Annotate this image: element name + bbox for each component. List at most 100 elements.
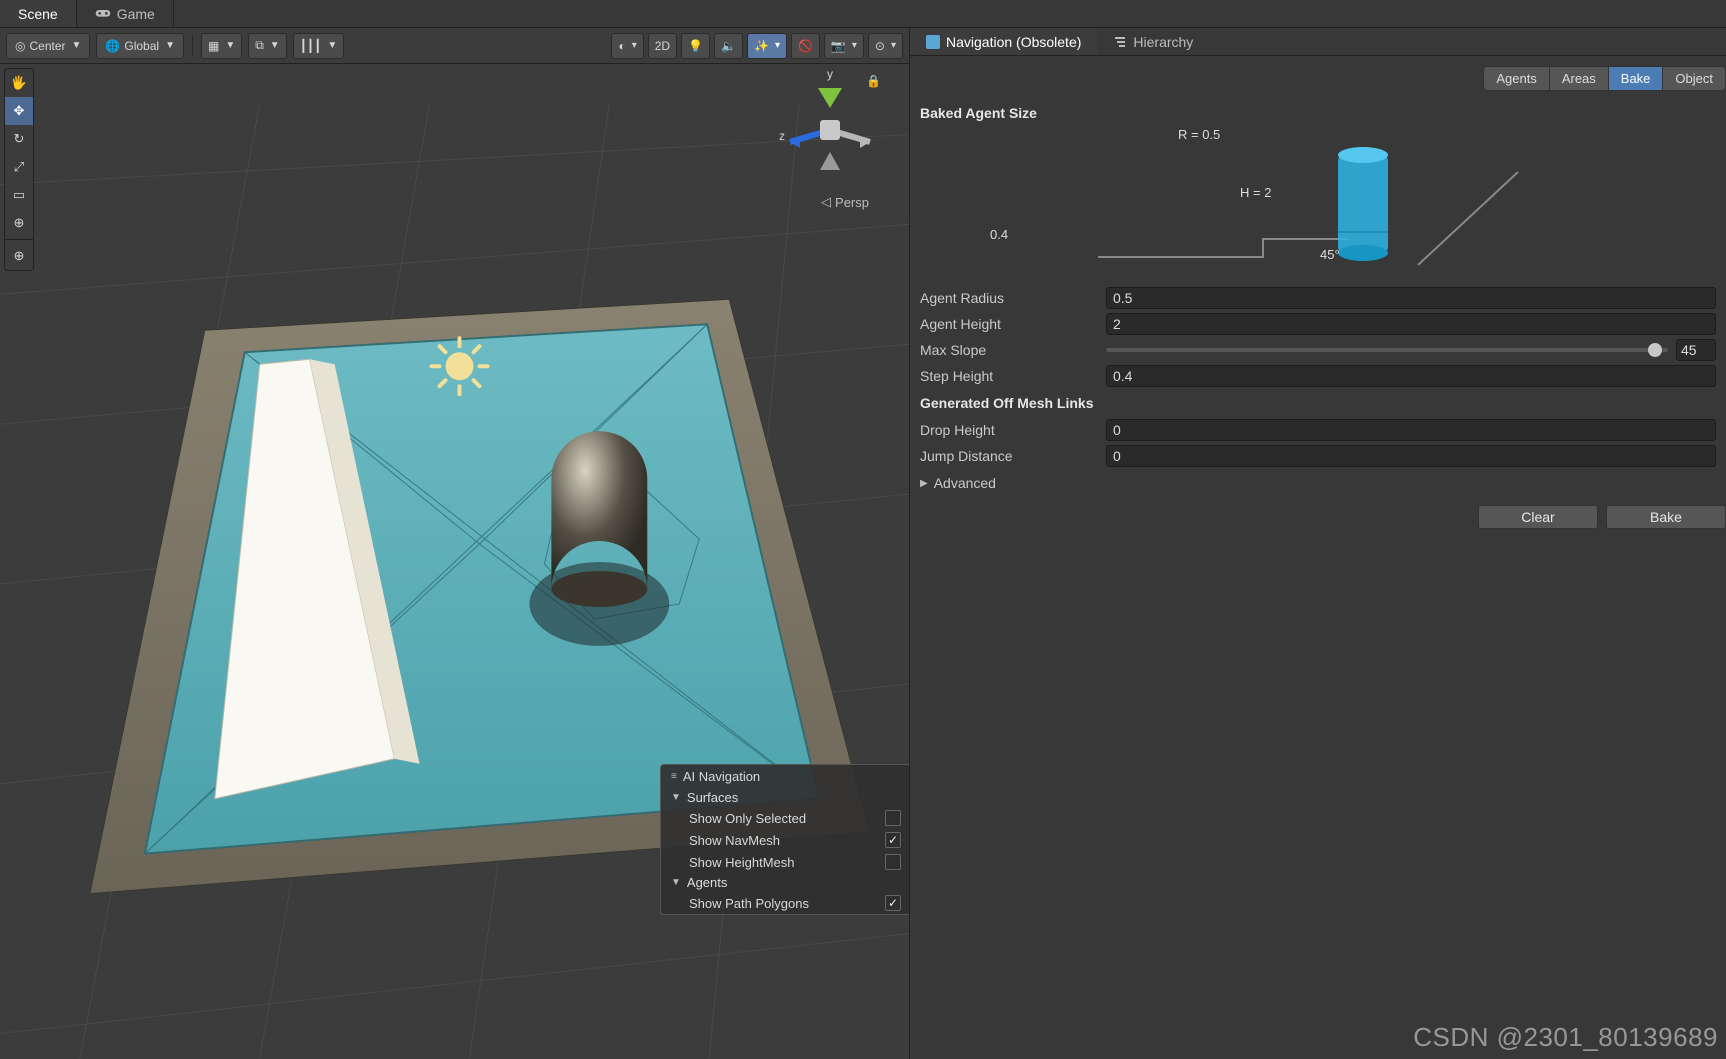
scene-viewport[interactable]: 🖐 ✥ ↻ ⤢ ▭ ⊕ ⊕ 🔒 — [0, 64, 909, 1059]
agent-height-label: Agent Height — [920, 316, 1106, 332]
scene-audio-toggle[interactable]: 🔈 — [714, 33, 743, 59]
overlay-item-label: Show HeightMesh — [689, 855, 795, 870]
max-slope-row: Max Slope 45 — [910, 337, 1726, 363]
mode-agents[interactable]: Agents — [1483, 66, 1549, 91]
overlay-group-label: Agents — [687, 875, 727, 890]
agent-size-diagram: R = 0.5 H = 2 0.4 45° — [920, 127, 1716, 277]
mode-bake[interactable]: Bake — [1609, 66, 1664, 91]
lock-icon[interactable]: 🔒 — [866, 74, 881, 88]
handle-rotation-dropdown[interactable]: 🌐 Global ▼ — [96, 33, 184, 59]
tab-game[interactable]: Game — [77, 0, 174, 27]
agent-height-row: Agent Height — [910, 311, 1726, 337]
baked-agent-size-header: Baked Agent Size — [910, 99, 1726, 127]
agent-height-input[interactable] — [1106, 313, 1716, 335]
slider-knob[interactable] — [1648, 343, 1662, 357]
scene-pane: ⋮ ◎ Center ▼ 🌐 Global ▼ ▦▼ ⧉▼ ┃┃┃▼ ◐▾ 2D… — [0, 28, 910, 1059]
overlay-item-label: Show Path Polygons — [689, 896, 809, 911]
mode-object[interactable]: Object — [1663, 66, 1726, 91]
overlay-title: AI Navigation — [683, 769, 760, 784]
chevron-down-icon: ▾ — [891, 40, 896, 51]
orientation-gizmo[interactable]: 🔒 y z ◁ Persp — [775, 70, 885, 210]
chevron-down-icon: ▼ — [72, 40, 82, 51]
increment-snap[interactable]: ┃┃┃▼ — [293, 33, 345, 59]
snap-toggle[interactable]: ⧉▼ — [248, 33, 286, 59]
chevron-down-icon: ▼ — [165, 40, 175, 51]
tab-hierarchy-label: Hierarchy — [1133, 34, 1193, 50]
max-slope-slider[interactable] — [1106, 348, 1668, 352]
chevron-down-icon: ▼ — [671, 792, 681, 803]
globe-icon: 🌐 — [105, 39, 120, 53]
scene-lighting-toggle[interactable]: 💡 — [681, 33, 710, 59]
chevron-down-icon: ▼ — [225, 40, 235, 51]
watermark: CSDN @2301_80139689 — [1413, 1022, 1718, 1053]
mode-areas[interactable]: Areas — [1550, 66, 1609, 91]
overlay-item-label: Show Only Selected — [689, 811, 806, 826]
navigation-icon — [926, 35, 940, 49]
step-height-input[interactable] — [1106, 365, 1716, 387]
scale-tool[interactable]: ⤢ — [5, 153, 33, 181]
hand-tool[interactable]: 🖐 — [5, 69, 33, 97]
overlay-group-label: Surfaces — [687, 790, 738, 805]
grid-toggle[interactable]: ▦▼ — [201, 33, 242, 59]
chevron-down-icon: ▾ — [632, 40, 637, 51]
scene-effects-toggle[interactable]: ✨▾ — [747, 33, 787, 59]
gizmo-y-label: y — [827, 70, 833, 81]
drop-height-label: Drop Height — [920, 422, 1106, 438]
checkbox[interactable] — [885, 810, 901, 826]
scene-visibility-toggle[interactable]: 🚫 — [791, 33, 820, 59]
draw-mode-dropdown[interactable]: ◐▾ — [611, 33, 643, 59]
jump-distance-input[interactable] — [1106, 445, 1716, 467]
overlay-item-show-navmesh[interactable]: Show NavMesh ✓ — [661, 829, 909, 851]
overlay-title-row[interactable]: ≡ AI Navigation — [661, 765, 909, 788]
custom-tool[interactable]: ⊕ — [5, 242, 33, 270]
overlay-group-agents[interactable]: ▼ Agents — [661, 873, 909, 892]
2d-toggle[interactable]: 2D — [648, 33, 677, 59]
rotate-tool[interactable]: ↻ — [5, 125, 33, 153]
overlay-item-show-only-selected[interactable]: Show Only Selected — [661, 807, 909, 829]
overlay-item-show-path-polygons[interactable]: Show Path Polygons ✓ — [661, 892, 909, 914]
move-tool[interactable]: ✥ — [5, 97, 33, 125]
rect-tool[interactable]: ▭ — [5, 181, 33, 209]
transform-tool[interactable]: ⊕ — [5, 209, 33, 237]
bake-button[interactable]: Bake — [1606, 505, 1726, 529]
overlay-item-show-heightmesh[interactable]: Show HeightMesh — [661, 851, 909, 873]
chevron-down-icon: ▼ — [270, 40, 280, 51]
ai-navigation-overlay[interactable]: ≡ AI Navigation ▼ Surfaces Show Only Sel… — [660, 764, 909, 915]
pivot-label: Center — [29, 39, 65, 53]
advanced-label: Advanced — [934, 475, 996, 491]
tab-hierarchy[interactable]: Hierarchy — [1097, 28, 1209, 55]
scene-toolbar: ◎ Center ▼ 🌐 Global ▼ ▦▼ ⧉▼ ┃┃┃▼ ◐▾ 2D 💡… — [0, 28, 909, 64]
overlay-item-label: Show NavMesh — [689, 833, 780, 848]
overlay-group-surfaces[interactable]: ▼ Surfaces — [661, 788, 909, 807]
drop-height-row: Drop Height — [910, 417, 1726, 443]
pivot-dropdown[interactable]: ◎ Center ▼ — [6, 33, 90, 59]
off-mesh-links-header: Generated Off Mesh Links — [910, 389, 1726, 417]
scene-camera-dropdown[interactable]: 📷▾ — [824, 33, 864, 59]
perspective-label[interactable]: ◁ Persp — [821, 194, 869, 210]
step-height-label: Step Height — [920, 368, 1106, 384]
tab-game-label: Game — [117, 6, 155, 22]
drop-height-input[interactable] — [1106, 419, 1716, 441]
drag-handle-icon[interactable]: ≡ — [671, 771, 677, 782]
advanced-foldout[interactable]: ▶ Advanced — [910, 469, 1726, 497]
diagram-radius-label: R = 0.5 — [1178, 127, 1220, 142]
checkbox[interactable]: ✓ — [885, 895, 901, 911]
hierarchy-icon — [1113, 35, 1127, 49]
tab-scene[interactable]: Scene — [0, 0, 77, 27]
agent-radius-input[interactable] — [1106, 287, 1716, 309]
clear-button[interactable]: Clear — [1478, 505, 1598, 529]
tab-navigation[interactable]: Navigation (Obsolete) — [910, 28, 1097, 55]
inspector-tabs: Navigation (Obsolete) Hierarchy — [910, 28, 1726, 56]
gamepad-icon — [95, 8, 111, 19]
jump-distance-label: Jump Distance — [920, 448, 1106, 464]
max-slope-value[interactable]: 45 — [1676, 339, 1716, 361]
chevron-down-icon: ▾ — [775, 40, 780, 51]
checkbox[interactable] — [885, 854, 901, 870]
scene-gizmos-dropdown[interactable]: ⊙▾ — [868, 33, 903, 59]
tab-navigation-label: Navigation (Obsolete) — [946, 34, 1081, 50]
checkbox[interactable]: ✓ — [885, 832, 901, 848]
step-height-row: Step Height — [910, 363, 1726, 389]
scene-game-tabs: Scene Game — [0, 0, 1726, 28]
camera-cone-icon: ◁ — [821, 194, 831, 210]
chevron-right-icon: ▶ — [920, 478, 928, 489]
